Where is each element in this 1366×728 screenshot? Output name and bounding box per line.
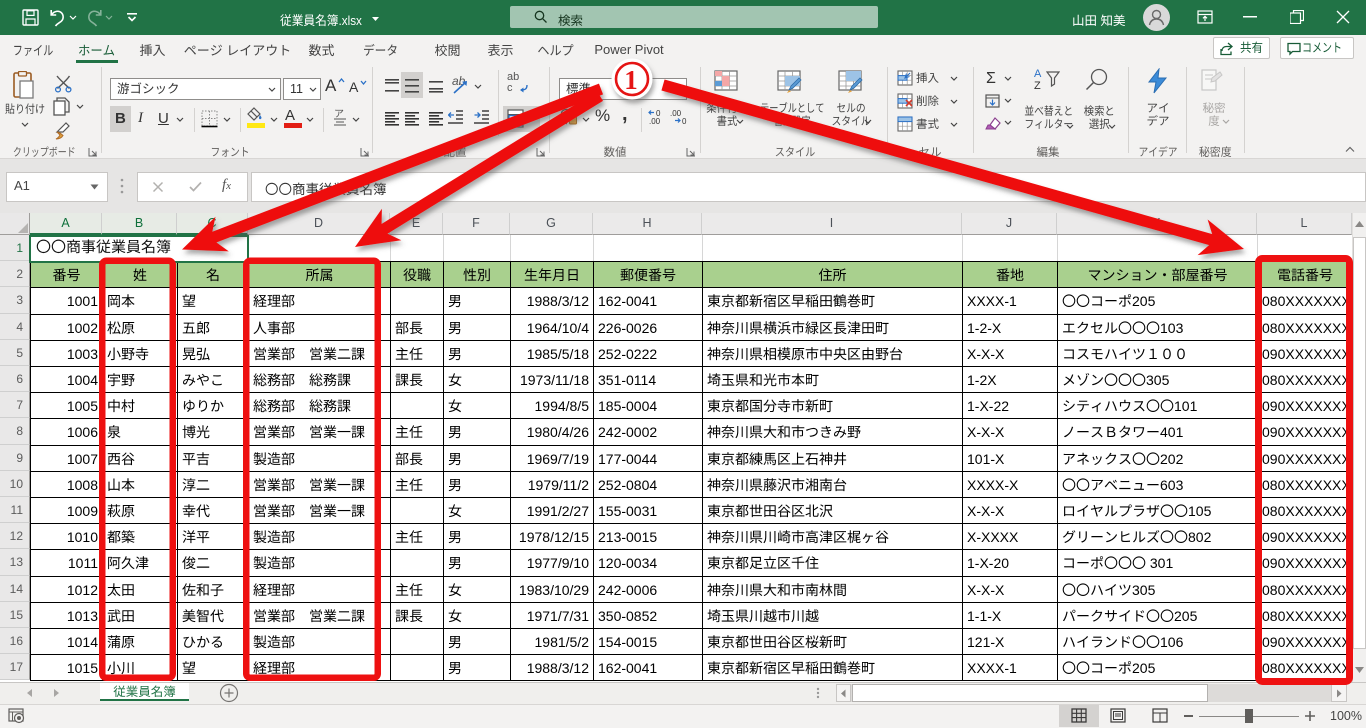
svg-text:0: 0 xyxy=(682,117,687,126)
svg-text:.00: .00 xyxy=(649,117,661,126)
svg-text:.00: .00 xyxy=(670,109,682,118)
